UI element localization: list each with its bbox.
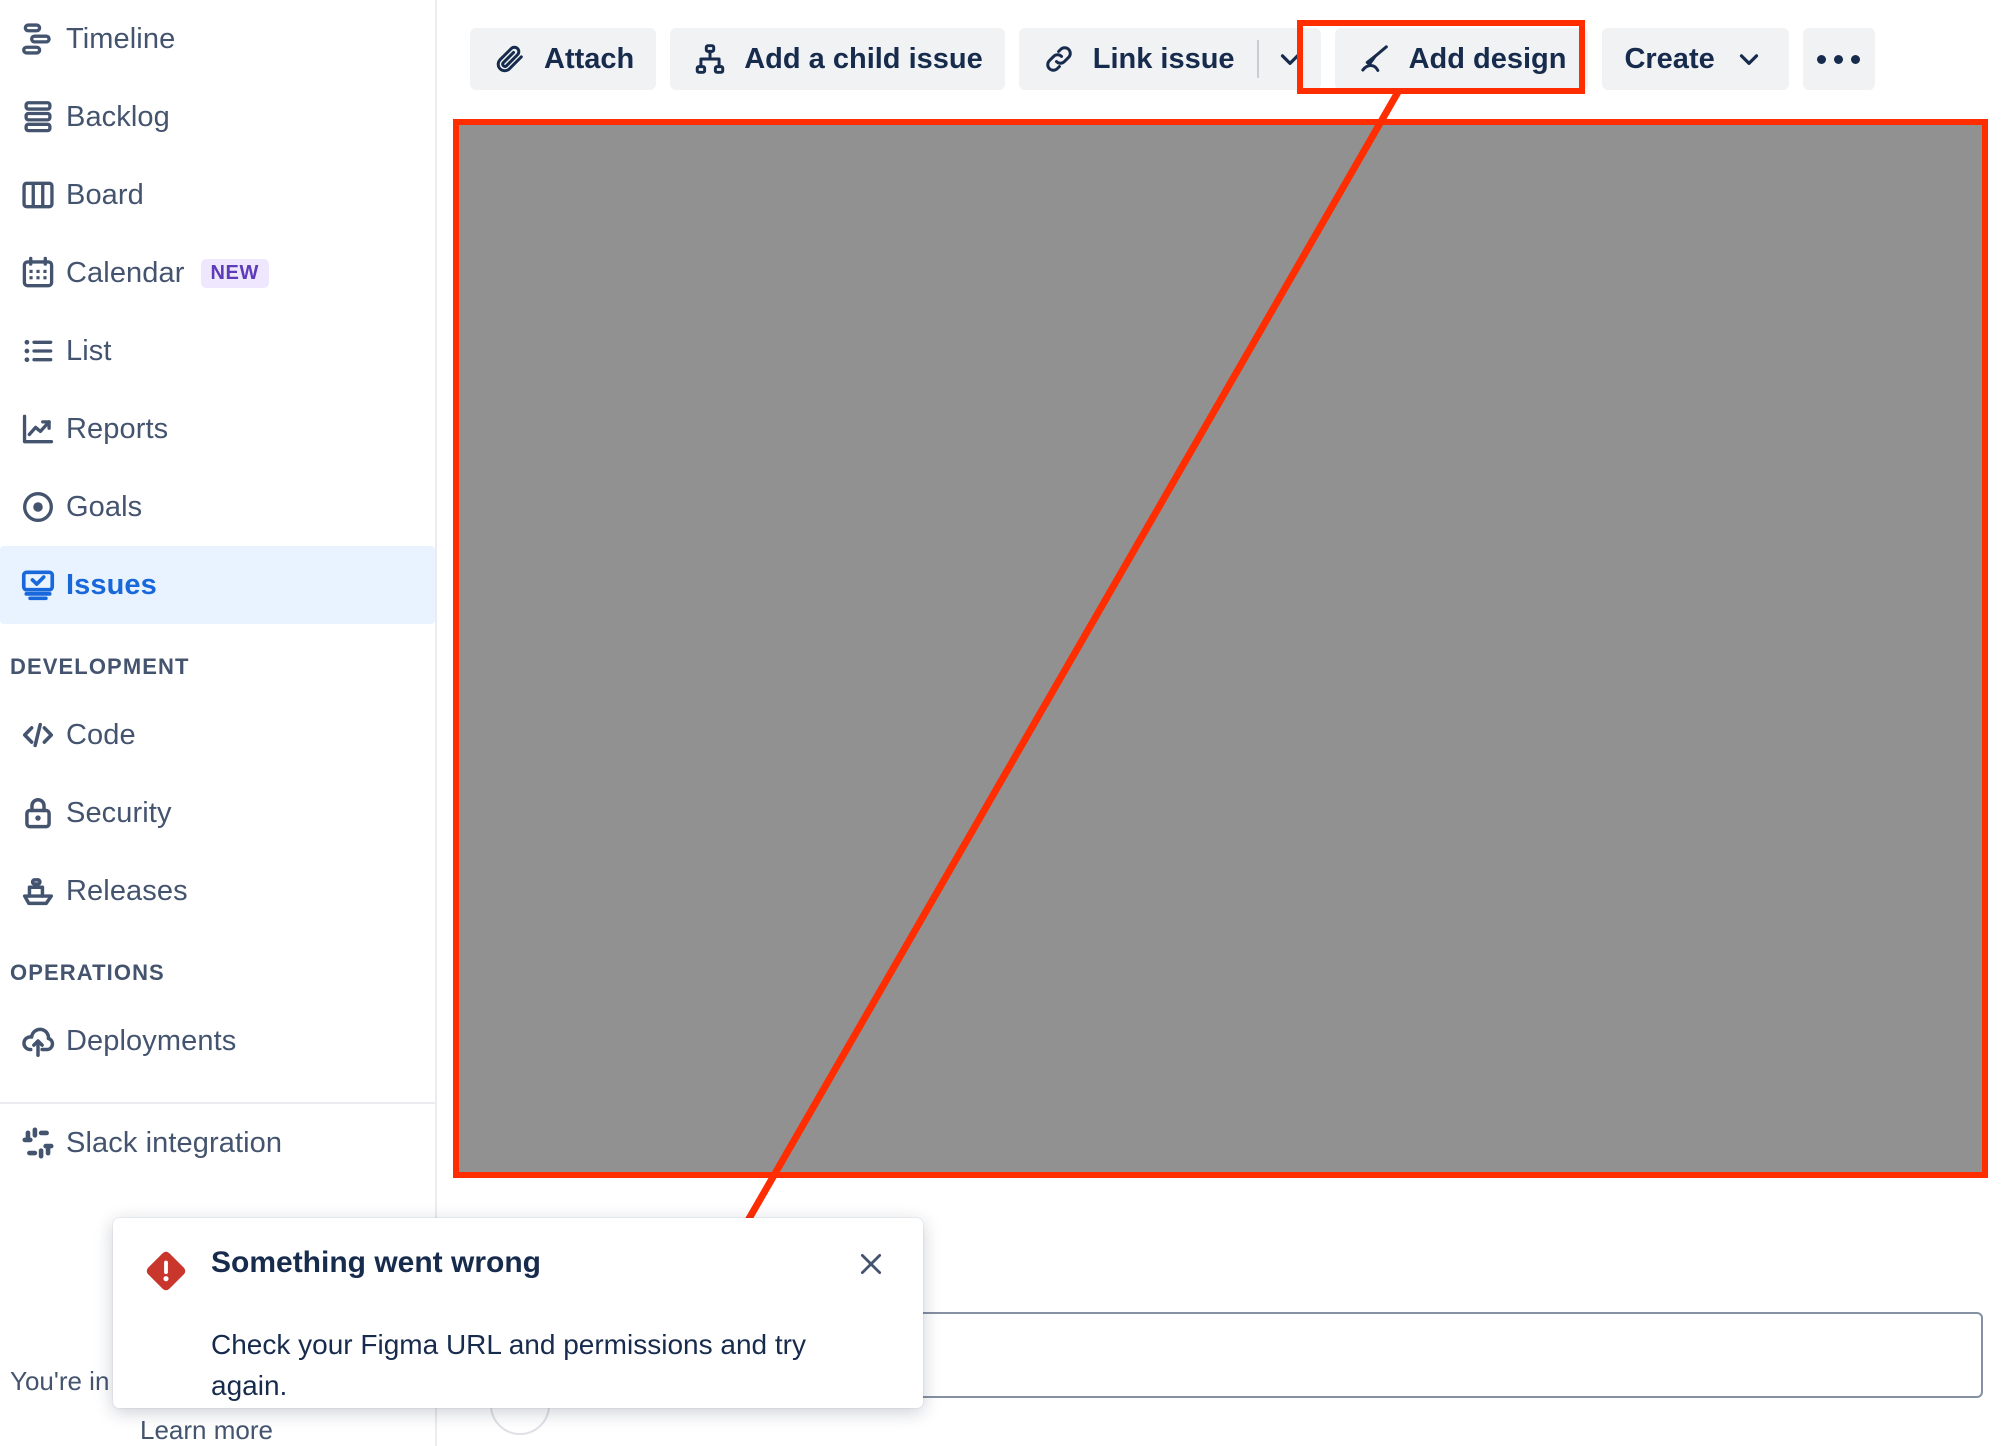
sidebar-item-timeline[interactable]: Timeline [0, 0, 435, 78]
ellipsis-icon [1834, 54, 1844, 64]
sidebar-item-label: Deployments [66, 1024, 237, 1057]
board-icon [10, 173, 66, 217]
timeline-icon [10, 17, 66, 61]
error-icon [143, 1248, 189, 1299]
sidebar-item-label: Timeline [66, 22, 176, 55]
close-icon[interactable] [845, 1238, 897, 1290]
reports-icon [10, 407, 66, 451]
attach-button-label: Attach [544, 42, 635, 75]
sidebar-item-code[interactable]: Code [0, 696, 435, 774]
sidebar-item-label: Code [66, 718, 136, 751]
sidebar-item-label: Issues [66, 568, 157, 601]
sidebar-item-security[interactable]: Security [0, 774, 435, 852]
sidebar-item-label: Slack integration [66, 1126, 283, 1159]
chevron-down-icon [1731, 41, 1767, 77]
sidebar-item-label: Releases [66, 874, 188, 907]
sidebar-section-operations: OPERATIONS [10, 960, 165, 985]
sidebar-item-goals[interactable]: Goals [0, 468, 435, 546]
slack-icon [10, 1121, 66, 1165]
calendar-icon [10, 251, 66, 295]
cloud-upload-icon [10, 1019, 66, 1063]
add-design-label: Add design [1408, 42, 1567, 75]
add-child-issue-label: Add a child issue [744, 42, 983, 75]
status-badge-new: NEW [200, 258, 269, 288]
sidebar-item-issues[interactable]: Issues [0, 546, 435, 624]
link-icon [1041, 41, 1077, 77]
sidebar-item-calendar[interactable]: Calendar NEW [0, 234, 435, 312]
error-toast-title: Something went wrong [211, 1246, 541, 1279]
add-design-button[interactable]: Add design [1334, 28, 1589, 90]
goals-icon [10, 485, 66, 529]
app-root: Timeline Backlog Board Calendar NEW List… [0, 0, 2016, 1446]
create-button[interactable]: Create [1602, 28, 1789, 90]
link-issue-label: Link issue [1092, 42, 1235, 75]
error-toast-message: Check your Figma URL and permissions and… [211, 1329, 806, 1401]
ellipsis-icon [1817, 54, 1827, 64]
link-issue-split-button: Link issue [1018, 28, 1321, 90]
lock-icon [10, 791, 66, 835]
sidebar-item-releases[interactable]: Releases [0, 852, 435, 930]
ellipsis-icon [1851, 54, 1861, 64]
backlog-icon [10, 95, 66, 139]
create-button-label: Create [1624, 42, 1715, 75]
sidebar-item-label: Calendar [66, 256, 185, 289]
code-icon [10, 713, 66, 757]
sidebar-item-label: List [66, 334, 112, 367]
link-issue-button[interactable]: Link issue [1019, 28, 1257, 90]
issue-action-toolbar: Attach Add a child issue Link issue Add … [470, 28, 1875, 90]
attach-button[interactable]: Attach [470, 28, 657, 90]
chevron-down-icon[interactable] [1259, 28, 1321, 90]
paperclip-icon [492, 41, 528, 77]
sidebar-section-development: DEVELOPMENT [10, 654, 190, 679]
sidebar-item-reports[interactable]: Reports [0, 390, 435, 468]
add-child-issue-button[interactable]: Add a child issue [670, 28, 1005, 90]
ship-icon [10, 869, 66, 913]
sidebar-item-slack-integration[interactable]: Slack integration [0, 1104, 435, 1182]
issues-icon [10, 563, 66, 607]
sidebar-item-deployments[interactable]: Deployments [0, 1002, 435, 1080]
error-toast: Something went wrong Check your Figma UR… [113, 1218, 923, 1408]
list-icon [10, 329, 66, 373]
more-actions-button[interactable] [1802, 28, 1875, 90]
sidebar-item-label: Goals [66, 490, 143, 523]
sidebar-item-label: Reports [66, 412, 169, 445]
sidebar-item-list[interactable]: List [0, 312, 435, 390]
sidebar-item-backlog[interactable]: Backlog [0, 78, 435, 156]
design-preview-panel[interactable] [459, 125, 1982, 1172]
child-issue-icon [692, 41, 728, 77]
sidebar-item-board[interactable]: Board [0, 156, 435, 234]
sidebar-item-label: Security [66, 796, 172, 829]
sidebar-item-label: Backlog [66, 100, 170, 133]
design-pen-icon [1357, 41, 1393, 77]
sidebar-item-label: Board [66, 178, 144, 211]
